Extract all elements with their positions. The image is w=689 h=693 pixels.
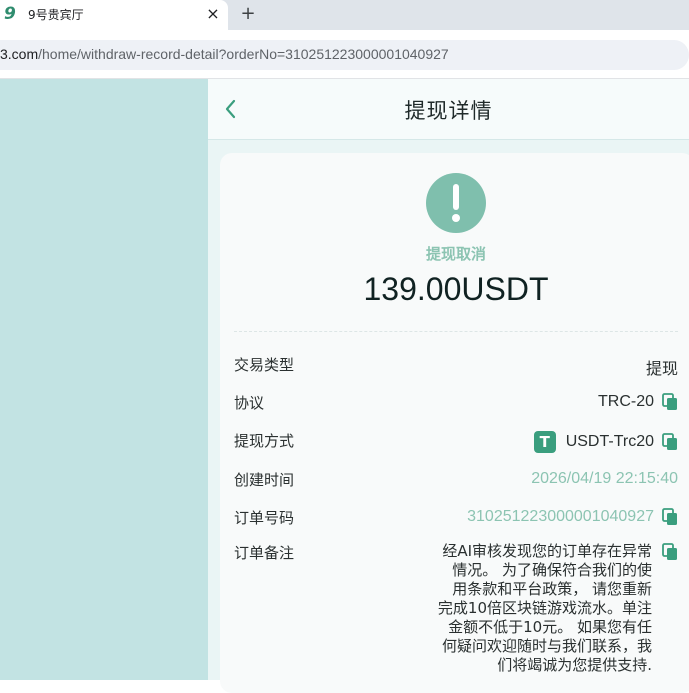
method-value: USDT-Trc20 <box>565 433 654 450</box>
divider <box>234 331 678 332</box>
withdraw-detail-card: 提现取消 139.00USDT 交易类型 提现 协议 TRC-20 提现方式 T… <box>220 153 689 693</box>
new-tab-button[interactable]: + <box>236 2 260 26</box>
protocol-value: TRC-20 <box>597 393 654 410</box>
order-value-group: 310251223000001040927 <box>467 508 678 526</box>
usdt-tether-icon: T <box>533 431 556 453</box>
copy-icon[interactable] <box>662 543 678 561</box>
browser-tab[interactable]: 9 9号贵宾厅 × <box>0 0 228 30</box>
method-label: 提现方式 <box>234 432 295 450</box>
created-value: 2026/04/19 22:15:40 <box>531 470 678 487</box>
site-favicon-icon: 9 <box>4 4 16 24</box>
copy-icon[interactable] <box>662 508 678 526</box>
copy-icon[interactable] <box>662 433 678 451</box>
side-background-panel <box>0 79 208 680</box>
withdraw-amount: 139.00USDT <box>363 271 549 307</box>
detail-row-protocol: 协议 TRC-20 <box>234 392 678 416</box>
remark-text: 经AI审核发现您的订单存在异常 情况。 为了确保符合我们的使 用条款和平台政策，… <box>400 542 652 675</box>
url-field[interactable]: 3.com/home/withdraw-record-detail?orderN… <box>0 40 689 70</box>
protocol-label: 协议 <box>234 394 265 412</box>
remark-line: 经AI审核发现您的订单存在异常 <box>442 542 652 560</box>
url-path: /home/withdraw-record-detail?orderNo=310… <box>38 46 449 62</box>
detail-row-method: 提现方式 T USDT-Trc20 <box>234 430 678 454</box>
withdraw-detail-page: 提现详情 提现取消 139.00USDT 交易类型 提现 协议 TRC-20 提… <box>208 79 689 693</box>
created-label: 创建时间 <box>234 471 295 489</box>
tab-title: 9号贵宾厅 <box>28 8 84 22</box>
status-text: 提现取消 <box>425 245 486 263</box>
remark-label: 订单备注 <box>234 544 295 562</box>
detail-row-type: 交易类型 提现 <box>234 354 678 378</box>
remark-line: 情况。 为了确保符合我们的使 <box>452 561 652 579</box>
copy-icon[interactable] <box>662 393 678 411</box>
close-tab-icon[interactable]: × <box>203 3 223 25</box>
browser-tab-bar: 9 9号贵宾厅 × + <box>0 0 689 30</box>
url-text: 3.com/home/withdraw-record-detail?orderN… <box>0 46 449 62</box>
remark-line: 完成10倍区块链游戏流水。单注 <box>437 599 652 617</box>
method-value-group: T USDT-Trc20 <box>533 431 678 453</box>
remark-line: 金额不低于10元。 如果您有任 <box>448 618 652 636</box>
page-header: 提现详情 <box>208 79 689 140</box>
type-value: 提现 <box>645 361 678 378</box>
remark-line: 们将竭诚为您提供支持. <box>497 656 652 674</box>
protocol-value-group: TRC-20 <box>598 393 678 411</box>
detail-row-order: 订单号码 310251223000001040927 <box>234 507 678 531</box>
detail-row-remark: 订单备注 经AI审核发现您的订单存在异常 情况。 为了确保符合我们的使 用条款和… <box>234 542 678 682</box>
page-title: 提现详情 <box>404 99 493 123</box>
type-label: 交易类型 <box>234 356 295 374</box>
url-host: 3.com <box>0 46 39 62</box>
order-number: 310251223000001040927 <box>467 508 654 525</box>
remark-line: 用条款和平台政策， 请您重新 <box>452 580 652 598</box>
exclamation-circle-icon <box>426 173 486 233</box>
detail-row-created: 创建时间 2026/04/19 22:15:40 <box>234 469 678 493</box>
address-bar: 3.com/home/withdraw-record-detail?orderN… <box>0 30 689 79</box>
order-label: 订单号码 <box>234 509 295 527</box>
remark-line: 何疑问欢迎随时与我们联系，我 <box>441 637 652 655</box>
